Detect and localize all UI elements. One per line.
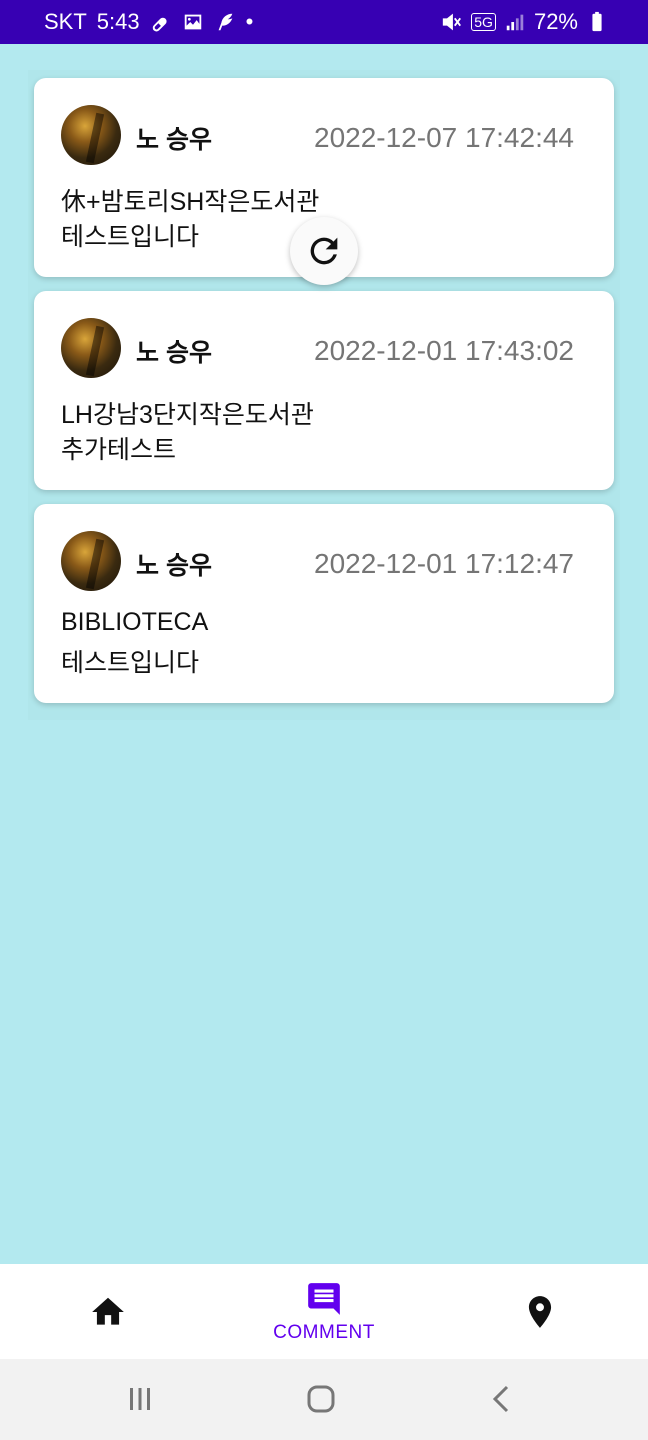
comment-author: 노 승우: [136, 339, 212, 367]
signal-icon: [504, 11, 526, 33]
clock: 5:43: [96, 9, 140, 34]
feather-icon: [214, 11, 236, 33]
carrier-label: SKT: [44, 9, 87, 34]
refresh-icon: [310, 237, 338, 265]
comment-library: LH강남3단지작은도서관: [61, 401, 314, 429]
comment-date: 2022-12-01 17:12:47: [314, 548, 574, 579]
image-icon: [182, 11, 204, 33]
bottom-navigation: COMMENT: [0, 1264, 648, 1359]
comment-library: BIBLIOTECA: [61, 608, 209, 636]
home-button[interactable]: [299, 1377, 343, 1421]
recent-apps-button[interactable]: [118, 1377, 162, 1421]
nav-comment[interactable]: COMMENT: [254, 1264, 394, 1359]
recent-apps-icon: [130, 1388, 150, 1410]
battery-percent: 72%: [533, 9, 578, 34]
location-pin-icon: [528, 1295, 552, 1328]
home-icon: [92, 1297, 124, 1325]
comment-list[interactable]: 노 승우 2022-12-07 17:42:44 休+밤토리SH작은도서관 테스…: [28, 70, 620, 720]
comment-card[interactable]: 노 승우 2022-12-01 17:43:02 LH강남3단지작은도서관 추가…: [34, 291, 614, 490]
nav-comment-label: COMMENT: [273, 1321, 375, 1343]
avatar: [61, 105, 121, 165]
system-navigation-bar: [0, 1359, 648, 1440]
comment-date: 2022-12-07 17:42:44: [314, 122, 574, 153]
comment-date: 2022-12-01 17:43:02: [314, 335, 574, 366]
notification-dot-icon: •: [245, 9, 254, 34]
comment-author: 노 승우: [136, 126, 212, 154]
comment-text: 테스트입니다: [61, 649, 200, 677]
avatar: [61, 531, 121, 591]
comment-card[interactable]: 노 승우 2022-12-01 17:12:47 BIBLIOTECA 테스트입…: [34, 504, 614, 703]
pill-icon: [150, 11, 172, 33]
comment-library: 休+밤토리SH작은도서관: [61, 188, 320, 216]
refresh-indicator[interactable]: [290, 217, 358, 285]
back-button[interactable]: [480, 1377, 524, 1421]
avatar: [61, 318, 121, 378]
home-circle-icon: [307, 1385, 335, 1413]
back-chevron-icon: [492, 1385, 509, 1413]
network-type: 5G: [471, 13, 496, 31]
comment-text: 테스트입니다: [61, 223, 200, 251]
mute-icon: [441, 11, 463, 33]
comment-text: 추가테스트: [61, 436, 177, 464]
nav-map[interactable]: [500, 1264, 580, 1359]
comment-icon: [308, 1282, 340, 1315]
battery-icon: [586, 11, 608, 33]
status-bar: SKT 5:43 • 5G 72%: [0, 0, 648, 44]
nav-home[interactable]: [68, 1264, 148, 1359]
comment-author: 노 승우: [136, 552, 212, 580]
